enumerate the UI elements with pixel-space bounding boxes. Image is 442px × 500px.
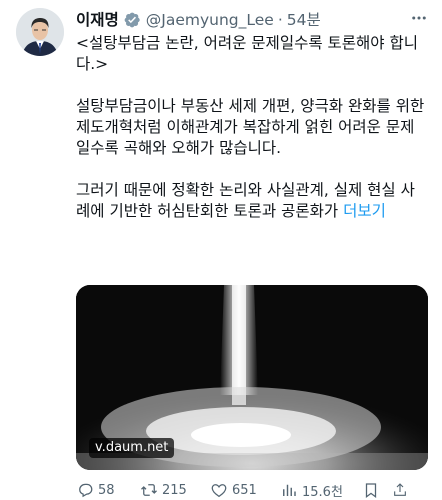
verified-badge-icon xyxy=(123,11,141,29)
like-button[interactable]: 651 xyxy=(210,481,280,499)
share-button[interactable] xyxy=(392,481,412,499)
reply-count: 58 xyxy=(98,482,115,498)
card-domain-label: v.daum.net xyxy=(89,438,175,458)
views-icon xyxy=(283,484,296,496)
like-icon xyxy=(211,484,227,498)
separator-dot: · xyxy=(277,11,283,29)
reply-icon xyxy=(79,483,93,498)
tweet-paragraph-1: <설탕부담금 논란, 어려운 문제일수록 토론해야 합니다.> xyxy=(76,34,419,73)
link-card[interactable]: v.daum.net xyxy=(76,285,428,470)
avatar[interactable] xyxy=(16,8,64,56)
author-name[interactable]: 이재명 xyxy=(76,9,119,31)
retweet-button[interactable]: 215 xyxy=(140,481,210,499)
action-bar: 58 215 651 15.6천 xyxy=(76,480,428,500)
show-more-link[interactable]: 더보기 xyxy=(343,202,386,220)
reply-button[interactable]: 58 xyxy=(76,481,140,499)
more-icon[interactable] xyxy=(410,9,428,33)
like-count: 651 xyxy=(232,482,257,498)
views-button[interactable]: 15.6천 xyxy=(280,481,362,500)
tweet-text: <설탕부담금 논란, 어려운 문제일수록 토론해야 합니다.> 설탕부담금이나 … xyxy=(76,33,428,222)
views-count: 15.6천 xyxy=(302,484,343,500)
tweet-timestamp[interactable]: 54분 xyxy=(287,9,321,31)
author-handle[interactable]: @Jaemyung_Lee xyxy=(146,9,274,31)
share-icon xyxy=(394,483,406,496)
retweet-icon xyxy=(141,484,157,496)
tweet-paragraph-3: 그러기 때문에 정확한 논리와 사실관계, 실제 현실 사례에 기반한 허심탄회… xyxy=(76,180,428,222)
tweet-paragraph-2: 설탕부담금이나 부동산 세제 개편, 양극화 완화를 위한 제도개혁처럼 이해관… xyxy=(76,97,425,157)
bookmark-button[interactable] xyxy=(362,481,392,499)
bookmark-icon xyxy=(365,483,377,499)
tweet-header: 이재명 @Jaemyung_Lee · 54분 xyxy=(76,9,428,31)
retweet-count: 215 xyxy=(162,482,187,498)
